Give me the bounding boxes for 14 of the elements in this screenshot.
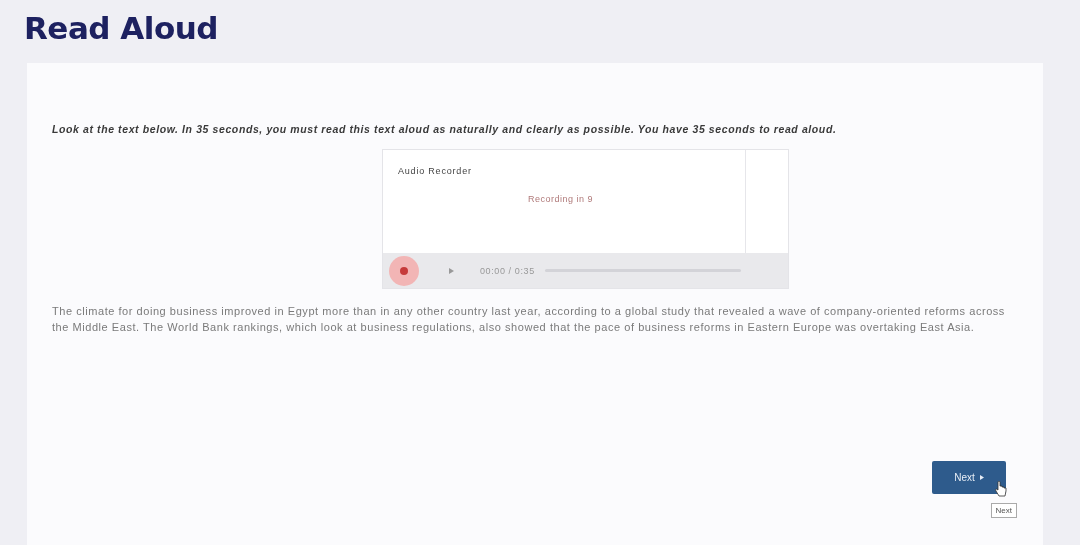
play-icon	[449, 267, 454, 274]
play-button[interactable]	[449, 267, 454, 274]
instruction-text: Look at the text below. In 35 seconds, you must read this text aloud as naturally and clearly as possible. You have 35 seconds to read aloud.	[52, 123, 838, 135]
hand-cursor-icon	[995, 481, 1007, 497]
recording-status: Recording in 9	[528, 194, 594, 204]
time-display: 00:00 / 0:35	[480, 265, 535, 276]
tooltip: Next	[990, 503, 1017, 518]
page-title: Read Aloud	[24, 10, 219, 48]
record-icon	[400, 266, 408, 275]
recorder-title: Audio Recorder	[398, 166, 472, 176]
play-icon	[979, 475, 984, 480]
next-button[interactable]: Next	[932, 461, 1006, 494]
record-button[interactable]	[389, 255, 419, 286]
passage-text: The climate for doing business improved in Egypt more than in any other country last year, according to a global study that revealed a wave of company-oriented reforms across the Middle East. The World Bank rankings, which look at business regulations, also showed that the pace of business reforms in Eastern Europe was overtaking East Asia.	[52, 304, 1006, 335]
